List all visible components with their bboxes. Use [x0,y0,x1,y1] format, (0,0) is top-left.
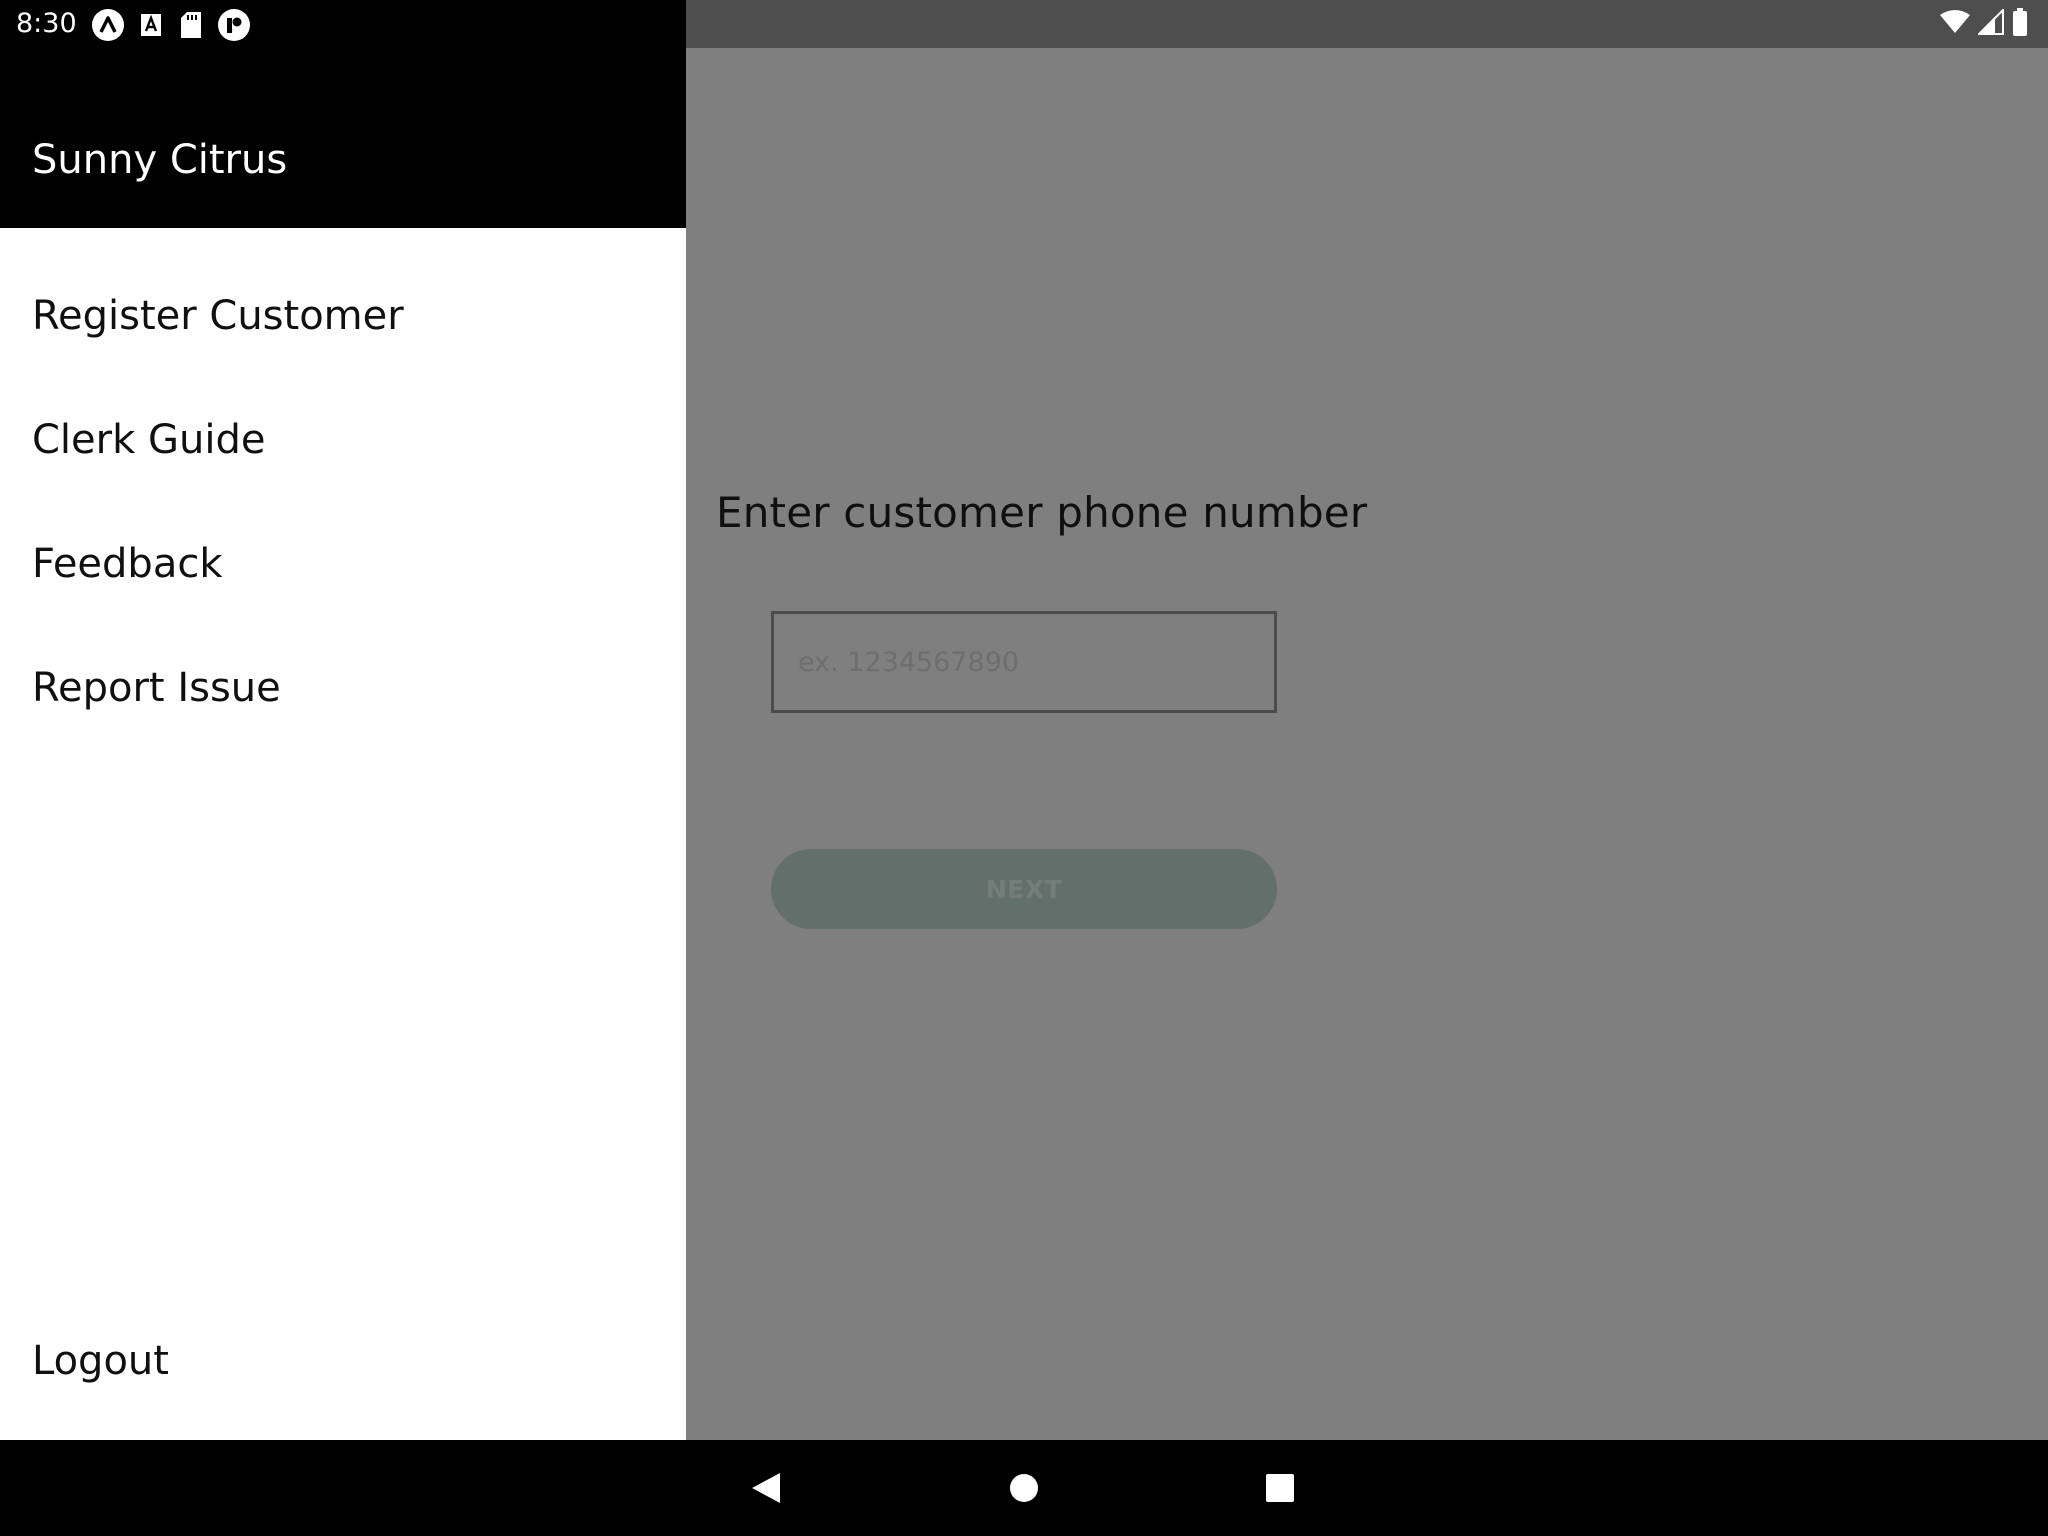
status-bar [686,0,2048,48]
back-icon[interactable] [742,1464,790,1512]
sd-card-icon [178,11,204,39]
circle-app-icon [218,9,250,41]
menu-item-logout[interactable]: Logout [32,1338,169,1384]
battery-icon [2012,8,2028,40]
wifi-icon [1940,10,1970,38]
app-a-icon [92,9,124,41]
status-icons-left [92,9,250,41]
menu-item-report-issue[interactable]: Report Issue [32,665,281,711]
phone-prompt: Enter customer phone number [716,488,1368,537]
drawer-header: 8:30 Sunny Citrus [0,0,686,228]
next-button[interactable]: NEXT [771,849,1277,929]
status-icons-right [1940,7,2028,40]
screen: Enter customer phone number NEXT 8:30 [0,0,2048,1536]
menu-item-clerk-guide[interactable]: Clerk Guide [32,417,265,463]
menu-item-register-customer[interactable]: Register Customer [32,293,404,339]
recents-icon[interactable] [1256,1464,1304,1512]
home-icon[interactable] [1000,1464,1048,1512]
drawer-title: Sunny Citrus [32,137,288,183]
signal-icon [1976,7,2004,39]
phone-number-input[interactable] [771,611,1277,713]
system-nav-bar [0,1440,2048,1536]
navigation-drawer: 8:30 Sunny Citrus Register Customer Cler… [0,0,686,1440]
text-a-icon [138,12,164,38]
menu-item-feedback[interactable]: Feedback [32,541,223,587]
status-time: 8:30 [16,8,77,39]
